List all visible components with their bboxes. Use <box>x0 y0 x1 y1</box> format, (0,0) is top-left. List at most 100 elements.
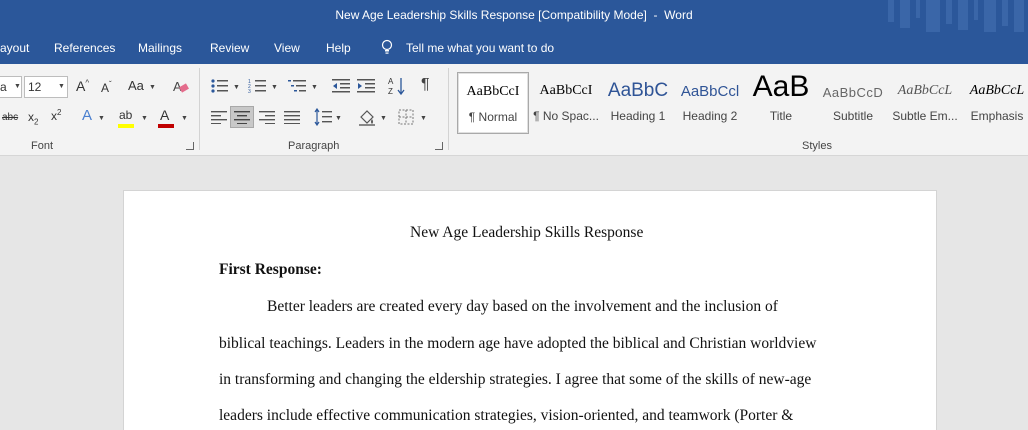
align-center-icon[interactable] <box>234 110 250 124</box>
font-color-bar <box>158 124 174 128</box>
body-line: in transforming and changing the eldersh… <box>219 371 812 388</box>
style-heading-2[interactable]: AaBbCcl Heading 2 <box>674 72 746 134</box>
group-separator <box>448 68 449 150</box>
show-formatting-icon[interactable]: ¶ <box>421 76 430 94</box>
style-name: Emphasis <box>970 109 1024 123</box>
chevron-down-icon: ▼ <box>149 84 156 91</box>
body-line: biblical teachings. Leaders in the moder… <box>219 335 817 352</box>
multilevel-list-icon[interactable] <box>288 78 308 94</box>
text-effects-button[interactable]: A <box>82 107 92 124</box>
style-no-spacing[interactable]: AaBbCcI ¶ No Spac... <box>530 72 602 134</box>
align-right-icon[interactable] <box>259 110 275 124</box>
style-name: ¶ No Spac... <box>533 109 599 123</box>
tab-view[interactable]: View <box>274 41 300 55</box>
style-name: Heading 1 <box>610 109 666 123</box>
subscript-button[interactable]: x2 <box>28 110 38 126</box>
style-sample: AaBbCcD <box>822 85 884 100</box>
style-sample: AaB <box>752 70 810 103</box>
increase-indent-icon[interactable] <box>357 78 375 94</box>
clear-formatting-icon[interactable]: A <box>172 78 190 94</box>
chevron-down-icon: ▼ <box>420 115 427 122</box>
chevron-down-icon: ▼ <box>380 115 387 122</box>
tab-layout[interactable]: ayout <box>0 41 29 55</box>
shrink-font-icon[interactable]: Aˇ <box>101 80 112 95</box>
font-size-value: 12 <box>28 80 42 94</box>
chevron-down-icon: ▼ <box>141 115 148 122</box>
style-sample: AaBbCcI <box>539 83 593 98</box>
tab-mailings[interactable]: Mailings <box>138 41 182 55</box>
superscript-mark: 2 <box>57 108 62 117</box>
style-name: Subtitle <box>832 109 874 123</box>
styles-group-label: Styles <box>802 140 832 152</box>
highlight-label: ab <box>119 108 133 122</box>
strikethrough-button[interactable]: abc <box>2 112 18 123</box>
section-heading: First Response: <box>219 261 322 278</box>
decrease-indent-icon[interactable] <box>332 78 350 94</box>
shading-icon[interactable] <box>358 108 376 126</box>
chevron-down-icon: ▼ <box>233 84 240 91</box>
chevron-down-icon: ▼ <box>14 83 21 90</box>
tab-help[interactable]: Help <box>326 41 351 55</box>
sort-icon[interactable]: A Z <box>388 76 406 96</box>
group-separator <box>199 68 200 150</box>
ribbon: a ▼ 12 ▼ A^ Aˇ Aa ▼ A abc x2 x2 A ▼ ab ▼… <box>0 64 1028 156</box>
paragraph-group-label: Paragraph <box>288 140 340 152</box>
tell-me-search[interactable]: Tell me what you want to do <box>406 41 554 55</box>
font-name-box[interactable]: a ▼ <box>0 76 22 98</box>
superscript-button[interactable]: x2 <box>51 108 61 123</box>
borders-icon[interactable] <box>398 109 414 125</box>
window-title: New Age Leadership Skills Response [Comp… <box>335 8 693 22</box>
font-color-button[interactable]: A <box>160 107 169 123</box>
bullets-icon[interactable] <box>210 78 230 94</box>
document-page[interactable]: New Age Leadership Skills Response First… <box>123 190 937 430</box>
style-emphasis[interactable]: AaBbCcL Emphasis <box>961 72 1028 134</box>
chevron-down-icon: ▼ <box>311 84 318 91</box>
svg-text:Z: Z <box>388 87 393 96</box>
body-line: Better leaders are created every day bas… <box>267 298 778 315</box>
style-name: Heading 2 <box>682 109 738 123</box>
ribbon-tabs: ayout References Mailings Review View He… <box>0 32 1028 64</box>
line-spacing-icon[interactable] <box>314 108 332 126</box>
paragraph-dialog-launcher[interactable] <box>435 142 443 150</box>
text-effects-label: A <box>82 107 93 124</box>
document-canvas[interactable]: New Age Leadership Skills Response First… <box>0 157 1028 430</box>
tab-references[interactable]: References <box>54 41 115 55</box>
style-name: ¶ Normal <box>468 110 518 124</box>
font-group-label: Font <box>31 140 54 152</box>
lightbulb-icon[interactable] <box>380 39 394 55</box>
highlight-button[interactable]: ab <box>119 108 132 122</box>
numbering-icon[interactable]: 1 2 3 <box>248 78 268 94</box>
justify-icon[interactable] <box>284 110 300 124</box>
chevron-down-icon: ▼ <box>181 115 188 122</box>
align-left-icon[interactable] <box>211 110 227 124</box>
style-sample: AaBbCcI <box>466 84 520 99</box>
font-name-value: a <box>0 80 7 94</box>
body-line: leaders include effective communication … <box>219 407 794 424</box>
tab-review[interactable]: Review <box>210 41 249 55</box>
style-sample: AaBbCcL <box>897 83 953 98</box>
grow-font-icon[interactable]: A^ <box>76 78 89 94</box>
title-bar-pattern <box>888 0 1024 32</box>
highlight-color-bar <box>118 124 134 128</box>
svg-text:3: 3 <box>248 89 251 94</box>
chevron-down-icon: ▼ <box>98 115 105 122</box>
style-title[interactable]: AaB Title <box>745 70 817 134</box>
style-subtitle[interactable]: AaBbCcD Subtitle <box>817 72 889 134</box>
style-normal[interactable]: AaBbCcI ¶ Normal <box>457 72 529 134</box>
chevron-down-icon: ▼ <box>271 84 278 91</box>
strikethrough-label: abc <box>2 112 19 123</box>
style-sample: AaBbC <box>607 80 669 101</box>
change-case-button[interactable]: Aa <box>128 78 144 93</box>
style-name: Subtle Em... <box>892 109 958 123</box>
svg-text:A: A <box>388 77 394 86</box>
font-size-box[interactable]: 12 ▼ <box>24 76 68 98</box>
subscript-mark: 2 <box>34 117 39 127</box>
font-dialog-launcher[interactable] <box>186 142 194 150</box>
style-heading-1[interactable]: AaBbC Heading 1 <box>602 72 674 134</box>
style-sample: AaBbCcL <box>969 83 1025 98</box>
style-name: Title <box>769 109 793 123</box>
style-sample: AaBbCcl <box>680 83 740 100</box>
title-bar: New Age Leadership Skills Response [Comp… <box>0 0 1028 32</box>
style-subtle-emphasis[interactable]: AaBbCcL Subtle Em... <box>889 72 961 134</box>
chevron-down-icon: ▼ <box>335 115 342 122</box>
